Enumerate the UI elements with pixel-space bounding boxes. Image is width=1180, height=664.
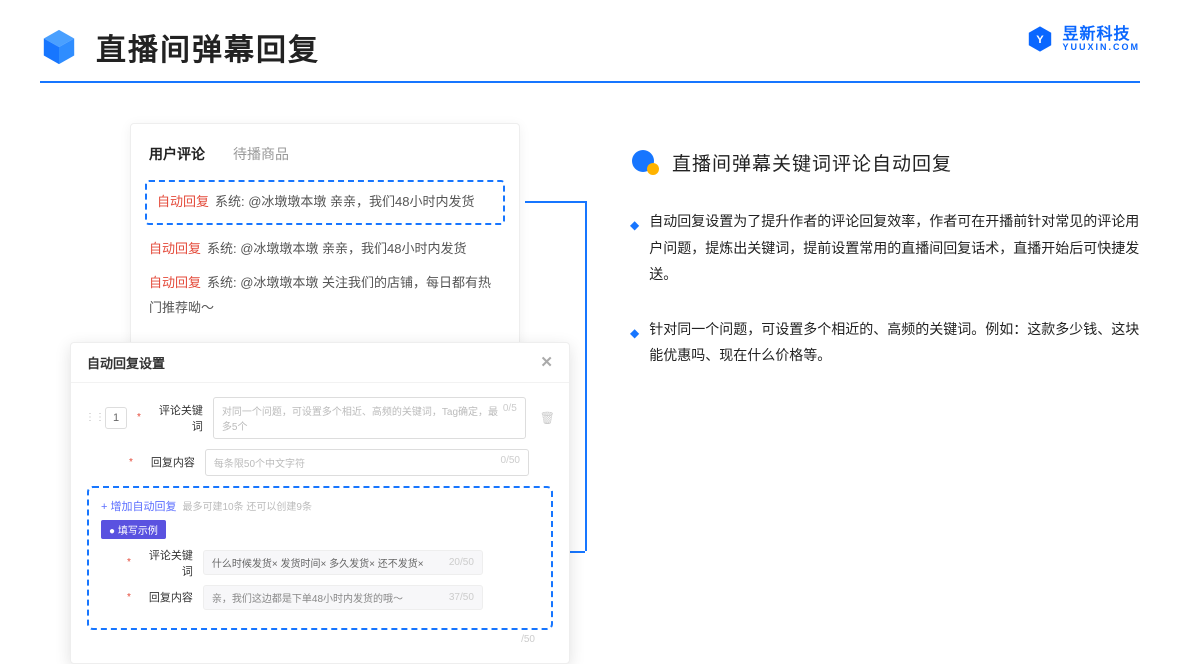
keyword-label: 评论关键词 — [151, 402, 203, 434]
keyword-chip[interactable]: 什么时候发货× — [212, 559, 278, 570]
drag-handle-icon[interactable]: ⋮⋮ — [85, 412, 95, 423]
keyword-chip[interactable]: 多久发货× — [329, 559, 375, 570]
bullet-text: 针对同一个问题，可设置多个相近的、高频的关键词。例如：这款多少钱、这块能优惠吗、… — [649, 316, 1140, 369]
content-input[interactable]: 每条限50个中文字符 0/50 — [205, 449, 529, 476]
ex-keyword-input[interactable]: 什么时候发货× 发货时间× 多久发货× 还不发货× 20/50 — [203, 550, 483, 575]
bullet-text: 自动回复设置为了提升作者的评论回复效率，作者可在开播前针对常见的评论用户问题，提… — [649, 208, 1140, 288]
ex-content-input[interactable]: 亲，我们这边都是下单48小时内发货的哦～ 37/50 — [203, 585, 483, 610]
keyword-chip[interactable]: 还不发货× — [378, 559, 424, 570]
example-tag: ● 填写示例 — [101, 520, 166, 539]
row-number: 1 — [105, 407, 127, 429]
auto-reply-settings-modal: 自动回复设置 ✕ ⋮⋮ 1 * 评论关键词 对同一个问题，可设置多个相近、高频的… — [70, 342, 570, 664]
close-icon[interactable]: ✕ — [540, 353, 553, 371]
delete-icon[interactable]: 🗑 — [540, 411, 555, 425]
keyword-input[interactable]: 对同一个问题，可设置多个相近、高频的关键词，Tag确定，最多5个 0/5 — [213, 397, 526, 439]
cube-icon — [40, 28, 78, 66]
ex-kw-counter: 20/50 — [449, 557, 474, 568]
brand-logo: Y 昱新科技 YUUXIN.COM — [1026, 25, 1140, 53]
auto-reply-tag: 自动回复 — [149, 275, 201, 290]
comment-text: 系统: @冰墩墩本墩 亲亲，我们48小时内发货 — [215, 194, 475, 209]
tab-user-comments[interactable]: 用户评论 — [149, 144, 205, 164]
ex-keyword-label: 评论关键词 — [141, 547, 193, 579]
auto-reply-tag: 自动回复 — [149, 241, 201, 256]
example-box: + 增加自动回复最多可建10条 还可以创建9条 ● 填写示例 * 评论关键词 什… — [87, 486, 553, 630]
ex-content-label: 回复内容 — [141, 589, 193, 605]
auto-reply-tag: 自动回复 — [157, 194, 209, 209]
brand-icon: Y — [1026, 25, 1054, 53]
comments-panel: 用户评论 待播商品 自动回复系统: @冰墩墩本墩 亲亲，我们48小时内发货 自动… — [130, 123, 520, 362]
add-note: 最多可建10条 还可以创建9条 — [182, 502, 311, 513]
keyword-counter: 0/5 — [503, 403, 517, 433]
tab-pending-goods[interactable]: 待播商品 — [233, 144, 289, 164]
content-counter: 0/50 — [501, 455, 520, 470]
page-title: 直播间弹幕回复 — [96, 25, 320, 69]
chat-bubble-icon — [630, 150, 660, 176]
required-star: * — [137, 412, 141, 423]
brand-name-en: YUUXIN.COM — [1062, 43, 1140, 52]
required-star: * — [127, 592, 131, 603]
ex-content-counter: 37/50 — [449, 592, 474, 603]
required-star: * — [129, 457, 133, 468]
add-auto-reply-link[interactable]: + 增加自动回复最多可建10条 还可以创建9条 — [101, 498, 539, 514]
diamond-bullet-icon: ◆ — [630, 214, 639, 288]
comment-text: 系统: @冰墩墩本墩 亲亲，我们48小时内发货 — [207, 241, 467, 256]
section-title: 直播间弹幕关键词评论自动回复 — [672, 149, 952, 176]
comment-row: 自动回复系统: @冰墩墩本墩 亲亲，我们48小时内发货 — [149, 237, 501, 262]
diamond-bullet-icon: ◆ — [630, 322, 639, 369]
content-label: 回复内容 — [143, 454, 195, 470]
highlighted-comment-box: 自动回复系统: @冰墩墩本墩 亲亲，我们48小时内发货 — [145, 180, 505, 225]
brand-name-cn: 昱新科技 — [1062, 27, 1140, 43]
comment-row: 自动回复系统: @冰墩墩本墩 关注我们的店铺，每日都有热门推荐呦～ — [149, 271, 501, 320]
modal-title: 自动回复设置 — [87, 353, 165, 372]
keyword-chip[interactable]: 发货时间× — [281, 559, 327, 570]
required-star: * — [127, 557, 131, 568]
svg-text:Y: Y — [1037, 34, 1045, 46]
outer-counter: /50 — [85, 630, 555, 645]
